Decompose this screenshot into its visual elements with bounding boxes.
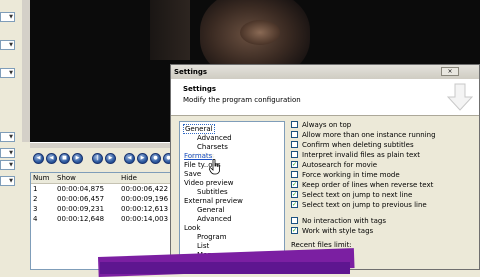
header-subtitle: Modify the program configuration xyxy=(183,96,301,104)
combo-box[interactable]: ▼ xyxy=(0,68,15,78)
tree-item-charsets[interactable]: Charsets xyxy=(197,143,228,151)
prev-line-icon[interactable]: ◀ xyxy=(124,153,135,164)
tree-item-advanced[interactable]: Advanced xyxy=(197,134,232,142)
tree-item-external-advanced[interactable]: Advanced xyxy=(197,215,232,223)
table-row[interactable]: 2 00:00:06,457 00:00:09,196 xyxy=(31,194,179,204)
left-panel: ▼ ▼ ▼ ▼ ▼ ▼ ▼ xyxy=(0,0,22,270)
checkbox-checked[interactable]: ✓ xyxy=(291,201,298,208)
player-controls: ◀ ◀ ■ ▶ ‖ ▶ ◀ ▶ ● ● xyxy=(30,148,180,170)
checkbox[interactable] xyxy=(291,217,298,224)
checkbox[interactable] xyxy=(291,141,298,148)
rewind-icon[interactable]: ◀ xyxy=(33,153,44,164)
column-hide[interactable]: Hide xyxy=(121,174,137,182)
tree-item-save[interactable]: Save xyxy=(184,170,201,178)
checkbox-checked[interactable]: ✓ xyxy=(291,161,298,168)
close-button[interactable]: × xyxy=(441,67,459,76)
tree-item-external-general[interactable]: General xyxy=(197,206,225,214)
combo-box[interactable]: ▼ xyxy=(0,12,15,22)
dialog-title: Settings xyxy=(174,68,208,76)
dialog-titlebar[interactable]: Settings × xyxy=(171,65,479,80)
play-icon[interactable]: ▶ xyxy=(72,153,83,164)
tree-item-general[interactable]: General xyxy=(183,124,215,134)
header-title: Settings xyxy=(183,85,217,93)
forward-icon[interactable]: ▶ xyxy=(105,153,116,164)
tree-item-video-subtitles[interactable]: Subtitles xyxy=(197,188,228,196)
checkbox[interactable] xyxy=(291,121,298,128)
checkbox-checked[interactable]: ✓ xyxy=(291,181,298,188)
tree-item-look[interactable]: Look xyxy=(184,224,200,232)
combo-box[interactable]: ▼ xyxy=(0,132,15,142)
combo-box[interactable]: ▼ xyxy=(0,176,15,186)
next-line-icon[interactable]: ▶ xyxy=(137,153,148,164)
table-header: Num Show Hide xyxy=(31,173,179,184)
hand-cursor-icon xyxy=(209,159,220,175)
table-row[interactable]: 1 00:00:04,875 00:00:06,422 xyxy=(31,184,179,194)
set-show-icon[interactable]: ● xyxy=(150,153,161,164)
down-arrow-icon xyxy=(447,83,473,111)
checkbox-checked[interactable]: ✓ xyxy=(291,191,298,198)
combo-box[interactable]: ▼ xyxy=(0,160,15,170)
combo-box[interactable]: ▼ xyxy=(0,40,15,50)
column-num[interactable]: Num xyxy=(33,174,50,182)
tree-item-list[interactable]: List xyxy=(197,242,209,250)
pause-icon[interactable]: ‖ xyxy=(92,153,103,164)
column-show[interactable]: Show xyxy=(57,174,76,182)
checkbox[interactable] xyxy=(291,171,298,178)
back-icon[interactable]: ◀ xyxy=(46,153,57,164)
settings-tree: General Advanced Charsets Subtitles Form… xyxy=(179,121,285,271)
tree-item-program[interactable]: Program xyxy=(197,233,227,241)
tree-item-video-preview[interactable]: Video preview xyxy=(184,179,233,187)
stop-icon[interactable]: ■ xyxy=(59,153,70,164)
overlay-banner-shadow xyxy=(100,262,350,274)
table-row[interactable]: 4 00:00:12,648 00:00:14,003 xyxy=(31,214,179,224)
checkbox-checked[interactable]: ✓ xyxy=(291,227,298,234)
close-icon: × xyxy=(447,68,453,75)
checkbox[interactable] xyxy=(291,151,298,158)
combo-box[interactable]: ▼ xyxy=(0,148,15,158)
tree-item-external-preview[interactable]: External preview xyxy=(184,197,243,205)
checkbox[interactable] xyxy=(291,131,298,138)
table-row[interactable]: 3 00:00:09,231 00:00:12,613 xyxy=(31,204,179,214)
dialog-header: Settings Modify the program configuratio… xyxy=(171,79,479,116)
